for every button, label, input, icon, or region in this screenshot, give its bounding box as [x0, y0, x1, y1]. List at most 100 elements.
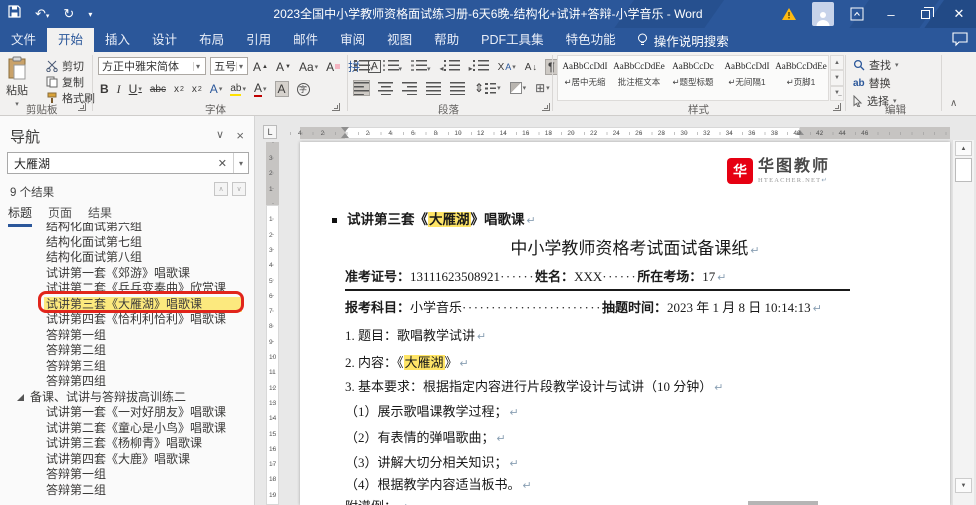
highlight-color-button[interactable]: ab▾ [230, 83, 246, 96]
find-button[interactable]: 查找▾ [853, 57, 899, 73]
next-result-button[interactable]: ∨ [232, 182, 246, 196]
text-effects-button[interactable]: A▾ [210, 82, 223, 96]
tab-特色功能[interactable]: 特色功能 [555, 28, 627, 52]
justify-button[interactable] [426, 81, 441, 95]
nav-item[interactable]: 结构化面试第六组 [0, 222, 255, 235]
doc-line[interactable]: 中小学教师资格考试面试备课纸↵ [345, 234, 925, 259]
nav-item[interactable]: 答辩第三组 [0, 359, 255, 375]
tab-开始[interactable]: 开始 [47, 28, 94, 52]
underline-button[interactable]: U▾ [129, 82, 142, 96]
customize-qat-icon[interactable]: ▾ [88, 10, 92, 19]
nav-pane-close-icon[interactable]: × [236, 128, 244, 143]
nav-item[interactable]: 备课、试讲与答辩拔高训练二 [0, 390, 255, 406]
first-line-indent-marker[interactable] [341, 127, 349, 132]
cut-button[interactable]: 剪切 [46, 58, 84, 74]
sort-button[interactable]: A↓ [525, 62, 537, 73]
tab-布局[interactable]: 布局 [188, 28, 235, 52]
subscript-button[interactable]: x2 [174, 84, 184, 95]
nav-search-input[interactable]: 大雁湖 ✕ ▾ [7, 152, 249, 174]
clipboard-dialog-launcher[interactable] [78, 103, 86, 111]
previous-result-button[interactable]: ∧ [214, 182, 228, 196]
hanging-indent-marker[interactable] [341, 133, 349, 138]
search-options-chevron-icon[interactable]: ▾ [233, 153, 248, 173]
save-icon[interactable] [8, 5, 21, 23]
distribute-button[interactable] [450, 81, 465, 95]
tab-视图[interactable]: 视图 [376, 28, 423, 52]
copy-button[interactable]: 复制 [46, 74, 84, 90]
doc-line[interactable]: 准考证号：13111623508921······姓名：XXX······所在考… [345, 266, 726, 285]
nav-item[interactable]: 试讲第一套《一对好朋友》唱歌课 [0, 405, 255, 421]
doc-line[interactable]: 1. 题目：歌唱教学试讲↵ [345, 325, 486, 344]
nav-item[interactable]: 结构化面试第八组 [0, 250, 255, 266]
grow-font-button[interactable]: A▲ [253, 60, 268, 74]
vertical-ruler[interactable]: 32112345678910111213141516171819 [266, 142, 279, 505]
bold-button[interactable]: B [100, 82, 109, 96]
doc-line[interactable]: 2. 内容：《大雁湖》↵ [345, 352, 469, 371]
scrollbar-thumb[interactable] [955, 158, 972, 182]
asian-layout-button[interactable]: XA▾ [498, 62, 516, 73]
style-页脚1[interactable]: AaBbCcDdEe↵页脚1 [774, 56, 828, 100]
doc-line[interactable]: 报考科目：小学音乐························抽题时间：20… [345, 297, 822, 316]
enclose-characters-button[interactable]: 字 [297, 83, 310, 96]
nav-item[interactable]: 答辩第一组 [0, 328, 255, 344]
style-题型标题[interactable]: AaBbCcDc↵题型标题 [666, 56, 720, 100]
undo-icon[interactable]: ↶▾ [35, 6, 49, 22]
nav-item[interactable]: 答辩第二组 [0, 483, 255, 498]
numbering-button[interactable]: ▾ [383, 58, 403, 76]
comments-icon[interactable] [952, 32, 968, 52]
tab-引用[interactable]: 引用 [235, 28, 282, 52]
restore-button[interactable] [908, 0, 942, 28]
styles-dialog-launcher[interactable] [833, 103, 841, 111]
scroll-down-arrow[interactable]: ▼ [955, 478, 972, 493]
increase-indent-button[interactable]: ▸ [469, 58, 489, 76]
nav-item[interactable]: 试讲第四套《恰利利恰利》唱歌课 [0, 312, 255, 328]
tab-PDF工具集[interactable]: PDF工具集 [470, 28, 555, 52]
paragraph-dialog-launcher[interactable] [542, 103, 550, 111]
redo-icon[interactable]: ↻ [63, 6, 74, 22]
horizontal-ruler[interactable]: 4224681012141618202224262830323436384042… [290, 127, 950, 139]
scroll-up-arrow[interactable]: ▲ [955, 141, 972, 156]
clear-search-icon[interactable]: ✕ [212, 157, 233, 170]
replace-button[interactable]: ab 替换 [853, 75, 891, 91]
strikethrough-button[interactable]: abc [150, 84, 166, 95]
bullets-button[interactable]: ▾ [354, 58, 374, 76]
align-center-button[interactable] [378, 81, 393, 95]
expand-triangle-icon[interactable] [17, 394, 24, 401]
doc-line[interactable]: 3. 基本要求：根据指定内容进行片段教学设计与试讲（10 分钟）↵ [345, 376, 723, 395]
document-page[interactable]: 华 华图教师 HTEACHER.NET↵ 试讲第三套《大雁湖》唱歌课↵中小学教师… [300, 142, 950, 505]
tab-stop-selector[interactable]: L [263, 125, 277, 139]
style-gallery-more[interactable]: ▼̲ [830, 86, 844, 101]
tab-审阅[interactable]: 审阅 [329, 28, 376, 52]
close-button[interactable]: ✕ [942, 0, 976, 28]
doc-line[interactable]: 试讲第三套《大雁湖》唱歌课↵ [332, 208, 536, 228]
tab-帮助[interactable]: 帮助 [423, 28, 470, 52]
paste-button[interactable]: 粘贴▾ [6, 56, 28, 108]
font-dialog-launcher[interactable] [332, 103, 340, 111]
style-scroll-down[interactable]: ▼ [830, 70, 844, 85]
nav-pane-options-icon[interactable]: ∨ [216, 128, 224, 141]
nav-item[interactable]: 答辩第二组 [0, 343, 255, 359]
collapse-ribbon-button[interactable]: ∧ [950, 98, 957, 109]
nav-item[interactable]: 结构化面试第七组 [0, 235, 255, 251]
character-shading-button[interactable]: A [275, 81, 289, 97]
superscript-button[interactable]: x2 [192, 84, 202, 95]
shrink-font-button[interactable]: A▼ [276, 60, 291, 74]
nav-item[interactable]: 试讲第一套《郊游》唱歌课 [0, 266, 255, 282]
style-scroll-up[interactable]: ▲ [830, 55, 844, 70]
tell-me-box[interactable]: 操作说明搜索 [627, 28, 739, 52]
tab-设计[interactable]: 设计 [141, 28, 188, 52]
account-avatar[interactable] [812, 2, 834, 26]
borders-button[interactable]: ⊞▾ [535, 81, 550, 95]
shading-button[interactable]: ▾ [510, 82, 527, 94]
vertical-scrollbar[interactable] [952, 140, 974, 505]
style-批注框文本[interactable]: AaBbCcDdEe批注框文本 [612, 56, 666, 100]
nav-item[interactable]: 试讲第四套《大鹿》唱歌课 [0, 452, 255, 468]
font-family-combo[interactable]: 方正中雅宋简体▾ [98, 57, 206, 75]
tab-插入[interactable]: 插入 [94, 28, 141, 52]
line-spacing-button[interactable]: ⇕▾ [474, 81, 501, 95]
nav-item[interactable]: 答辩第四组 [0, 374, 255, 390]
multilevel-list-button[interactable]: ▾ [411, 58, 431, 76]
font-color-button[interactable]: A▾ [254, 81, 267, 97]
doc-line[interactable]: （3）讲解大切分相关知识；↵ [345, 452, 519, 471]
tab-文件[interactable]: 文件 [0, 28, 47, 52]
